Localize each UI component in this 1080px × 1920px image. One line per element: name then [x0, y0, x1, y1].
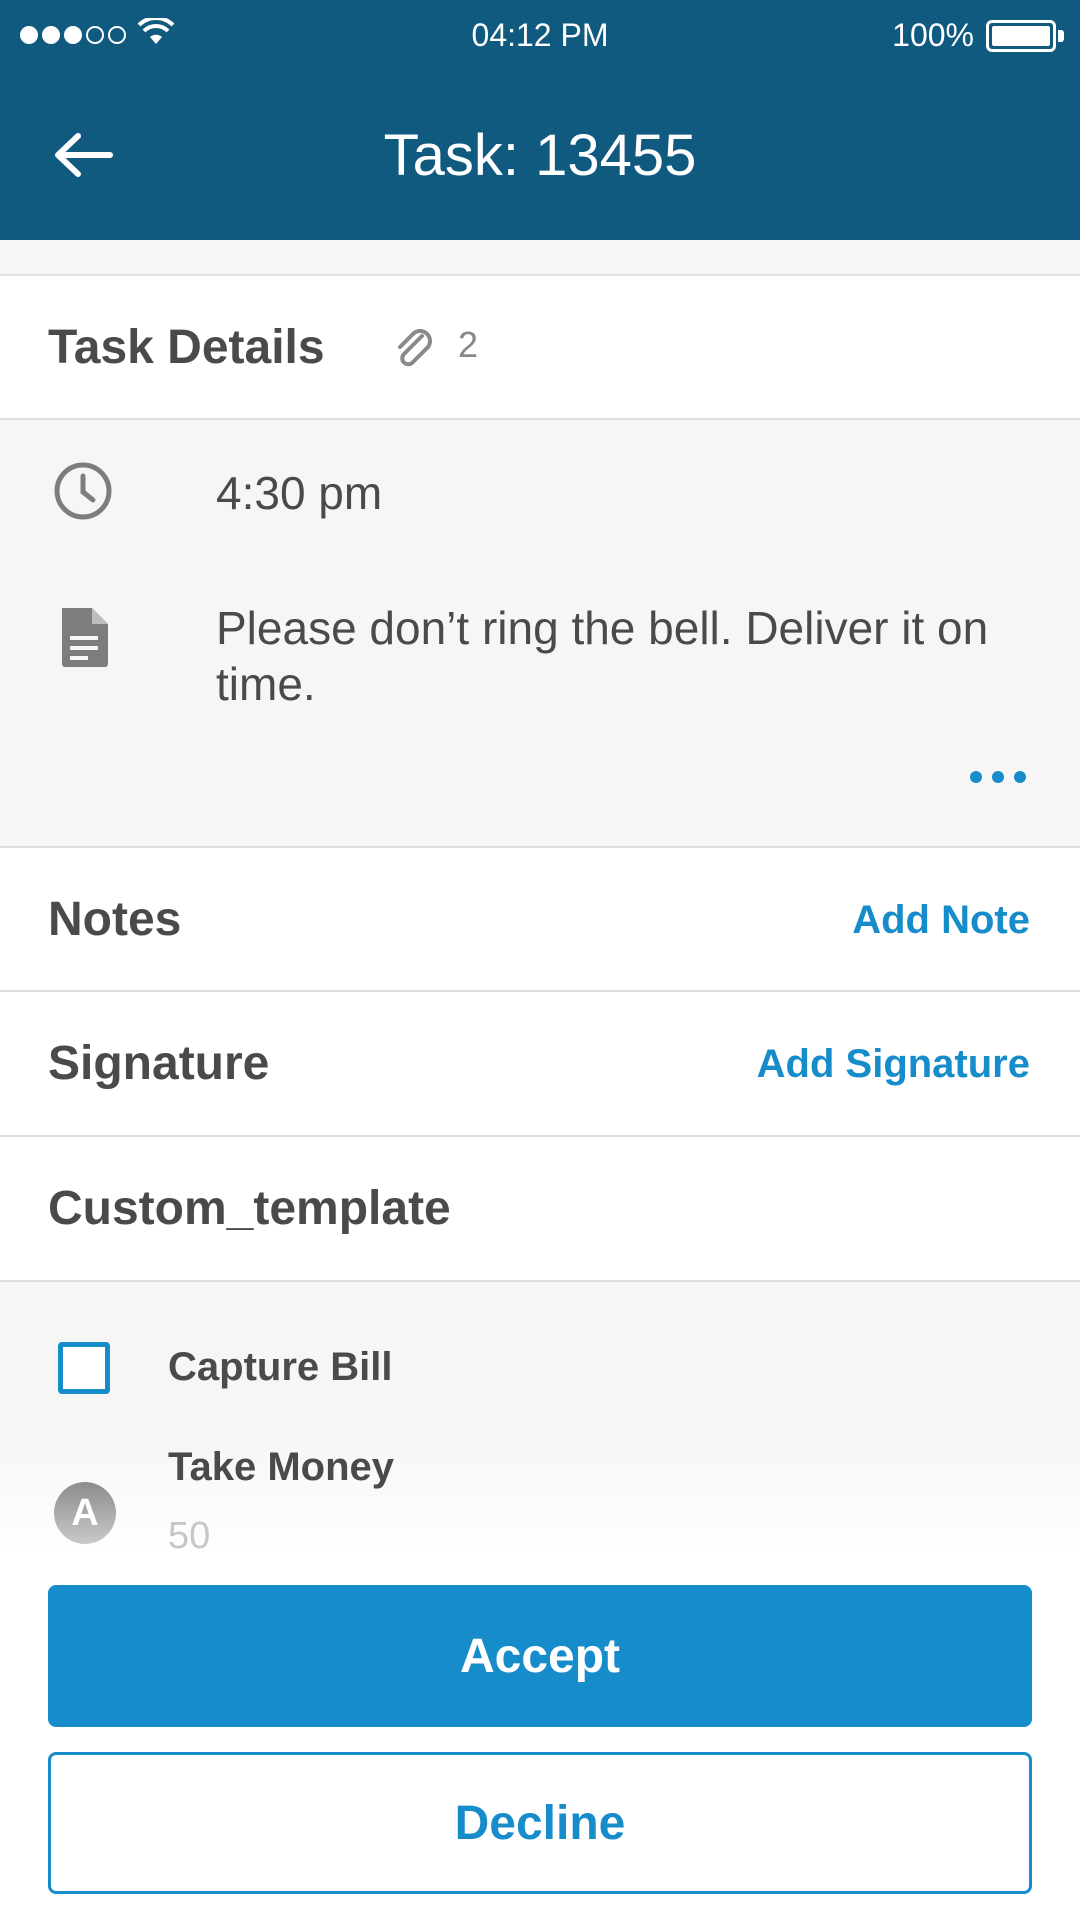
more-options-icon[interactable]: [970, 770, 1026, 784]
custom-template-body: [0, 1282, 1080, 1557]
notes-row: Notes Add Note: [0, 848, 1080, 992]
capture-bill-checkbox[interactable]: [58, 1342, 110, 1394]
add-signature-link[interactable]: Add Signature: [757, 1042, 1030, 1087]
accept-button[interactable]: Accept: [48, 1585, 1032, 1727]
battery-tip-icon: [1058, 30, 1064, 42]
task-details-title: Task Details: [48, 321, 325, 374]
amount-avatar-icon: A: [54, 1482, 116, 1544]
top-divider-strip: [0, 240, 1080, 276]
signature-row: Signature Add Signature: [0, 992, 1080, 1137]
page-title: Task: 13455: [383, 123, 697, 188]
take-money-label: Take Money: [168, 1445, 394, 1489]
battery-percentage: 100%: [892, 17, 974, 53]
battery-icon: [986, 20, 1056, 52]
document-icon: [62, 608, 108, 667]
notes-title: Notes: [48, 893, 182, 946]
paperclip-icon[interactable]: [392, 326, 438, 372]
task-time: 4:30 pm: [216, 467, 383, 519]
capture-bill-label: Capture Bill: [168, 1345, 393, 1389]
attachment-count: 2: [458, 324, 479, 365]
take-money-value[interactable]: 50: [168, 1515, 210, 1558]
add-note-link[interactable]: Add Note: [852, 898, 1030, 943]
task-details-header: Task Details 2: [0, 276, 1080, 420]
custom-template-row: Custom_template: [0, 1137, 1080, 1282]
app-header: 04:12 PM 100% Task: 13455: [0, 0, 1080, 240]
status-bar: 04:12 PM 100%: [0, 0, 1080, 72]
signature-title: Signature: [48, 1037, 270, 1090]
clock-icon: [54, 462, 112, 520]
custom-template-title: Custom_template: [48, 1182, 451, 1235]
decline-button[interactable]: Decline: [48, 1752, 1032, 1894]
task-note-text: Please don’t ring the bell. Deliver it o…: [216, 602, 989, 710]
